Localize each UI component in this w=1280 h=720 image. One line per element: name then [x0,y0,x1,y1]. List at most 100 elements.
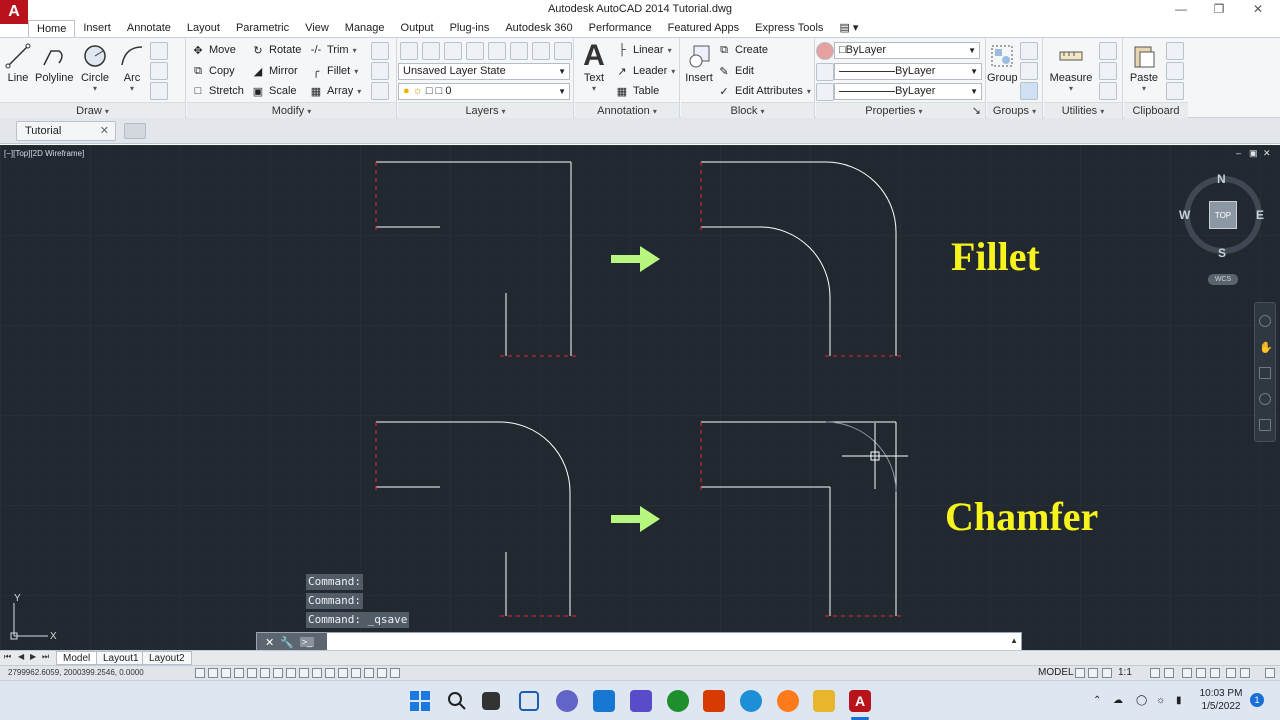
panel-launcher-icon[interactable]: ↘ [972,103,981,119]
match-clip-icon[interactable] [1166,82,1184,100]
drawing-canvas[interactable]: Y X [−][Top][2D Wireframe] – ▣ ✕ Fillet … [0,145,1280,650]
search-icon[interactable] [446,690,468,712]
tab-layout[interactable]: Layout [179,20,228,37]
battery-icon[interactable]: ▮ [1176,694,1182,707]
ellipse-icon[interactable] [150,62,168,80]
leader-button[interactable]: ↗ Leader ▾ [615,62,675,80]
last-layout-icon[interactable]: ⏭ [42,652,49,662]
hardware-acceleration-icon[interactable] [1210,668,1220,678]
line-button[interactable]: Line [4,40,32,84]
tab-layout2[interactable]: Layout2 [142,651,192,665]
annotation-visibility-icon[interactable] [1150,668,1160,678]
draw-panel-title[interactable]: Draw ▾ [0,102,185,118]
polyline-button[interactable]: Polyline [35,40,74,84]
annotation-scale-value[interactable]: 1:1 [1118,667,1132,678]
color-select[interactable]: □ByLayer ▼ [834,42,980,59]
steering-wheel-icon[interactable] [1259,315,1271,327]
workspace-switching-icon[interactable] [1182,668,1192,678]
tab-view[interactable]: View [297,20,337,37]
clean-screen-icon[interactable] [1265,668,1275,678]
text-button[interactable]: A Text ▾ [579,39,609,93]
auto-scale-icon[interactable] [1164,668,1174,678]
wcs-menu[interactable]: WCS [1208,274,1238,285]
annotation-scale-icon[interactable] [1102,668,1112,678]
compass-east[interactable]: E [1256,208,1264,222]
tab-home[interactable]: Home [28,20,76,37]
layer-off-icon[interactable] [466,42,484,60]
tab-manage[interactable]: Manage [337,20,393,37]
properties-panel-title[interactable]: Properties ▾ ↘ [816,102,985,118]
command-input[interactable] [329,633,1007,651]
ducs-icon[interactable] [299,668,309,678]
tab-model[interactable]: Model [56,651,98,665]
move-button[interactable]: ✥ Move [191,41,236,59]
copy-clip-icon[interactable] [1166,62,1184,80]
show-hidden-icons[interactable]: ⌃ [1093,694,1101,707]
close-tab-icon[interactable]: ✕ [100,124,109,137]
customize-wrench-icon[interactable]: 🔧 [280,636,294,649]
xbox-icon[interactable] [667,690,689,712]
minimize-button[interactable]: — [1169,2,1193,18]
tab-autodesk-360[interactable]: Autodesk 360 [497,20,580,37]
edit-attributes-button[interactable]: ✓ Edit Attributes ▾ [717,82,811,100]
linetype-select[interactable]: ByLayer ▼ [834,83,982,100]
layer-freeze-icon[interactable] [488,42,506,60]
file-tab-tutorial[interactable]: Tutorial ✕ [16,121,116,141]
layer-iso-icon[interactable] [444,42,462,60]
compass-south[interactable]: S [1218,246,1226,260]
autocad-taskbar-icon[interactable]: A [849,690,871,712]
next-layout-icon[interactable]: ▶ [30,652,36,661]
stretch-button[interactable]: □ Stretch [191,82,244,100]
layer-state-select[interactable]: Unsaved Layer State ▼ [398,63,570,80]
group-selection-icon[interactable] [1020,82,1038,100]
quick-view-drawings-icon[interactable] [1088,668,1098,678]
quick-select-icon[interactable] [1099,42,1117,60]
circle-button[interactable]: Circle ▾ [80,40,110,93]
compass-west[interactable]: W [1179,208,1190,222]
pan-icon[interactable]: ✋ [1259,341,1273,354]
lock-ui-icon[interactable] [1196,668,1206,678]
close-button[interactable]: ✕ [1246,2,1270,18]
ungroup-icon[interactable] [1020,42,1038,60]
tab-express-tools[interactable]: Express Tools [747,20,831,37]
edge-browser-icon[interactable] [740,690,762,712]
tab-insert[interactable]: Insert [75,20,119,37]
insert-button[interactable]: Insert [683,40,715,84]
layer-match-icon[interactable] [532,42,550,60]
annotation-monitor-icon[interactable] [377,668,387,678]
viewport-controls-label[interactable]: [−][Top][2D Wireframe] [4,149,84,158]
selection-cycling-icon[interactable] [364,668,374,678]
maximize-button[interactable]: ❐ [1207,2,1231,18]
task-view-icon[interactable] [482,692,500,710]
file-explorer-icon[interactable] [813,690,835,712]
cut-icon[interactable] [1166,42,1184,60]
layers-panel-title[interactable]: Layers ▾ [398,102,573,118]
windows-start-icon[interactable] [409,690,431,712]
linear-button[interactable]: ├ Linear ▾ [615,41,672,59]
polar-tracking-icon[interactable] [247,668,257,678]
command-prompt-icon[interactable]: >_ [299,637,315,647]
trim-button[interactable]: -/- Trim ▾ [309,41,357,59]
dyn-input-icon[interactable] [312,668,322,678]
edit-block-button[interactable]: ✎ Edit [717,62,754,80]
create-block-button[interactable]: ⧉ Create [717,41,768,59]
rotate-button[interactable]: ↻ Rotate [251,41,301,59]
viewcube-top-face[interactable]: TOP [1209,201,1237,229]
first-layout-icon[interactable]: ⏮ [4,652,11,662]
groups-panel-title[interactable]: Groups ▾ [987,102,1042,118]
arc-button[interactable]: Arc ▾ [118,40,146,93]
transparency-icon[interactable] [338,668,348,678]
viewport-minimize-icon[interactable]: – [1236,148,1241,158]
tab-plug-ins[interactable]: Plug-ins [442,20,498,37]
layer-properties-icon[interactable] [400,42,418,60]
tab-annotate[interactable]: Annotate [119,20,179,37]
block-panel-title[interactable]: Block ▾ [681,102,814,118]
infer-constraints-icon[interactable] [195,668,205,678]
grid-display-icon[interactable] [221,668,231,678]
object-snap-icon[interactable] [260,668,270,678]
paste-button[interactable]: Paste ▾ [1128,40,1160,93]
viewcube[interactable]: TOP N S E W [1179,172,1266,260]
close-command-line-icon[interactable]: ✕ [265,636,274,649]
tab-parametric[interactable]: Parametric [228,20,297,37]
clipboard-panel-title[interactable]: Clipboard [1124,102,1188,118]
